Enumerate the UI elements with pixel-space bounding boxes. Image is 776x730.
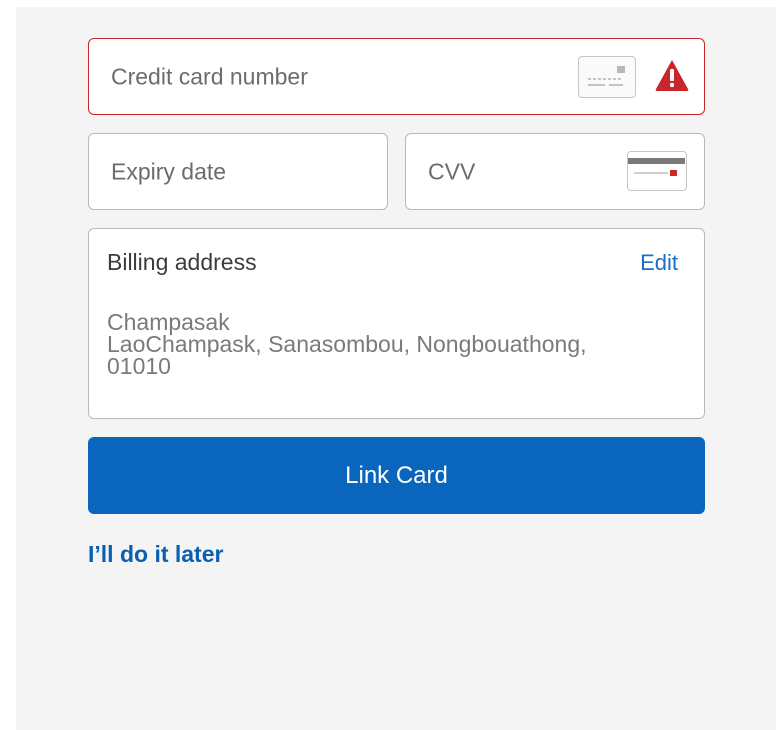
expiry-date-field[interactable]: Expiry date: [88, 133, 388, 210]
expiry-date-placeholder: Expiry date: [111, 158, 227, 184]
warning-icon: [654, 58, 690, 92]
do-it-later-link[interactable]: I’ll do it later: [88, 541, 223, 568]
card-back-icon: [627, 151, 687, 191]
billing-edit-link[interactable]: Edit: [640, 250, 678, 276]
address-line: Champasak: [107, 309, 230, 335]
cvv-field[interactable]: CVV: [405, 133, 705, 210]
credit-card-icon: [578, 56, 636, 98]
billing-address-text: Champasak LaoChampask, Sanasombou, Nongb…: [107, 309, 687, 379]
credit-card-number-field[interactable]: Credit card number: [88, 38, 705, 115]
cvv-placeholder: CVV: [428, 158, 476, 184]
link-card-button[interactable]: Link Card: [88, 437, 705, 514]
payment-form-panel: Credit card number Expiry date CVV Billi…: [16, 7, 776, 730]
billing-address-title: Billing address: [107, 249, 257, 275]
address-line: 01010: [107, 353, 171, 379]
credit-card-number-placeholder: Credit card number: [111, 63, 308, 89]
billing-address-card: Billing address Edit Champasak LaoChampa…: [88, 228, 705, 419]
address-line: LaoChampask, Sanasombou, Nongbouathong,: [107, 331, 587, 357]
